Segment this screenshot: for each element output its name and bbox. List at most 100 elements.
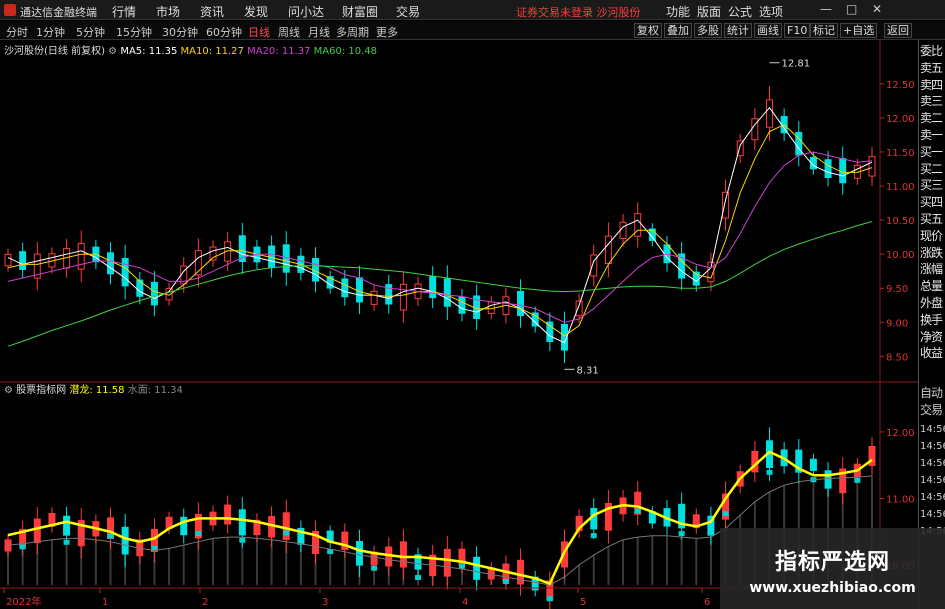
sidebar-item-11: 现价 — [920, 228, 943, 243]
add-watchlist-button[interactable]: +自选 — [840, 23, 878, 38]
period-monthly[interactable]: 月线 — [308, 24, 330, 40]
sidebar-item-5: 卖一 — [920, 128, 943, 142]
sidebar-item-12: 涨跌 — [920, 245, 943, 260]
xtick-label-5: 5 — [580, 597, 586, 608]
multi-stock-button[interactable]: 多股 — [694, 23, 722, 38]
maximize-icon[interactable]: □ — [846, 2, 857, 16]
menu-faxian[interactable]: 发现 — [244, 3, 268, 20]
main-candle-body — [107, 252, 115, 275]
ytick-label-7: 9.00 — [886, 318, 908, 329]
period-15min[interactable]: 15分钟 — [116, 24, 152, 40]
period-more[interactable]: 更多 — [376, 24, 398, 40]
ma-line-0 — [7, 106, 873, 344]
sub-candle-body — [473, 556, 481, 580]
menu-gongshi[interactable]: 公式 — [728, 3, 752, 20]
main-y-axis: 12.50 12.00 11.50 11.00 10.50 10.00 9.50 9.00 8.… — [880, 80, 915, 363]
sidebar-item-10: 买五 — [920, 212, 943, 226]
ytick-label-0: 12.50 — [886, 80, 915, 91]
minimize-icon[interactable]: — — [820, 2, 832, 16]
back-button[interactable]: 返回 — [884, 23, 912, 38]
sub-indicator-title[interactable]: 股票指标网 — [16, 385, 66, 396]
xtick-label-0: 2022年 — [6, 595, 41, 608]
sidebar-item-14: 总量 — [920, 279, 943, 294]
sub-candle-body — [443, 548, 451, 577]
close-icon[interactable]: ✕ — [872, 2, 882, 16]
sidebar-item-16: 换手 — [920, 312, 943, 327]
main-candle-body — [370, 290, 378, 305]
sub-candle-body — [4, 539, 12, 552]
app-title: 通达信金融终端 — [20, 6, 97, 19]
sub-candle-extra — [63, 539, 70, 545]
sub-candle-extra — [458, 563, 465, 569]
main-candle-body — [443, 278, 451, 307]
main-candle-body — [575, 300, 583, 317]
menu-wenxiaoda[interactable]: 问小达 — [288, 3, 324, 20]
sub-legend: ⚙ 股票指标网 潜龙: 11.58 水面: 11.34 — [4, 381, 183, 396]
sidebar-time-0: 14:56 — [920, 424, 945, 435]
sub-candle-extra — [415, 575, 422, 581]
period-60min[interactable]: 60分钟 — [206, 24, 242, 40]
sidebar-item-15: 外盘 — [920, 296, 943, 310]
f10-button[interactable]: F10 — [784, 23, 811, 38]
quote-sidebar: 委比 卖五 卖四 卖三 卖二 卖一 买一 买二 买三 买四 买五 现价 涨跌 涨幅 总量 外盘 换手 净资 收益 自动… — [918, 40, 945, 609]
ytick-label-5: 10.00 — [886, 250, 915, 261]
menu-xuanxiang[interactable]: 选项 — [759, 3, 783, 20]
main-candle-body — [619, 221, 627, 240]
fuquan-button[interactable]: 复权 — [634, 23, 662, 38]
period-5min[interactable]: 5分钟 — [76, 24, 105, 40]
menu-jiaoyi[interactable]: 交易 — [396, 3, 420, 20]
sub-ytick-label-1: 11.00 — [886, 494, 915, 505]
sidebar-item-18: 收益 — [920, 346, 943, 361]
menu-shichang[interactable]: 市场 — [156, 3, 180, 20]
gear-icon[interactable]: ⚙ — [108, 46, 117, 57]
sidebar-time-4: 14:56 — [920, 492, 945, 503]
ma5-label: MA5: 11.35 — [120, 46, 178, 57]
period-1min[interactable]: 1分钟 — [36, 24, 65, 40]
sidebar-auto-1[interactable]: 交易 — [920, 401, 943, 418]
ma60-label: MA60: 10.48 — [313, 46, 378, 57]
main-candle-body — [429, 276, 437, 299]
gear-icon[interactable]: ⚙ — [4, 385, 13, 396]
annot-label-1: 8.31 — [576, 365, 598, 376]
period-fenshi[interactable]: 分时 — [6, 24, 28, 40]
menu-caifuquan[interactable]: 财富圈 — [342, 3, 378, 20]
overlay-button[interactable]: 叠加 — [664, 23, 692, 38]
login-notice: 证券交易未登录 沙河股份 — [516, 6, 641, 19]
period-30min[interactable]: 30分钟 — [162, 24, 198, 40]
sub-candle-extra — [722, 511, 729, 517]
period-weekly[interactable]: 周线 — [278, 24, 300, 40]
main-candle-body — [268, 245, 276, 268]
menu-gongneng[interactable]: 功能 — [666, 3, 690, 20]
stats-button[interactable]: 统计 — [724, 23, 752, 38]
main-candle-body — [824, 159, 832, 179]
xtick-label-6: 6 — [704, 597, 710, 608]
period-multi[interactable]: 多周期 — [336, 24, 369, 40]
kline-chart[interactable]: 12.50 12.00 11.50 11.00 10.50 10.00 9.50 9.00 8.… — [0, 40, 918, 609]
sub-candle-extra — [678, 531, 685, 537]
draw-line-button[interactable]: 画线 — [754, 23, 782, 38]
stock-title[interactable]: 沙河股份(日线 前复权) — [4, 46, 105, 57]
sub-candle-body — [282, 512, 290, 541]
mark-button[interactable]: 标记 — [810, 23, 838, 38]
main-candle-body — [19, 251, 27, 270]
main-legend: 沙河股份(日线 前复权) ⚙ MA5: 11.35 MA10: 11.27 MA… — [4, 42, 377, 57]
shuimian-label: 水面: 11.34 — [127, 385, 183, 396]
sidebar-auto-0[interactable]: 自动 — [920, 384, 943, 401]
annot-label-0: 12.81 — [781, 59, 810, 70]
sub-candle-extra — [766, 469, 773, 475]
sidebar-item-4: 卖二 — [920, 111, 943, 126]
sidebar-time-1: 14:56 — [920, 441, 945, 452]
menu-hangqing[interactable]: 行情 — [112, 3, 136, 20]
ytick-label-4: 10.50 — [886, 216, 915, 227]
menu-zixun[interactable]: 资讯 — [200, 3, 224, 20]
menu-banmian[interactable]: 版面 — [697, 3, 721, 20]
ytick-label-6: 9.50 — [886, 284, 908, 295]
sub-candle-body — [824, 470, 832, 489]
sidebar-item-9: 买四 — [920, 195, 943, 210]
period-daily[interactable]: 日线 — [248, 24, 270, 40]
ytick-label-1: 12.00 — [886, 114, 915, 125]
sidebar-item-1: 卖五 — [920, 60, 943, 75]
main-candle-body — [458, 296, 466, 314]
sub-ytick-label-0: 12.00 — [886, 428, 915, 439]
main-candle-body — [604, 235, 612, 264]
